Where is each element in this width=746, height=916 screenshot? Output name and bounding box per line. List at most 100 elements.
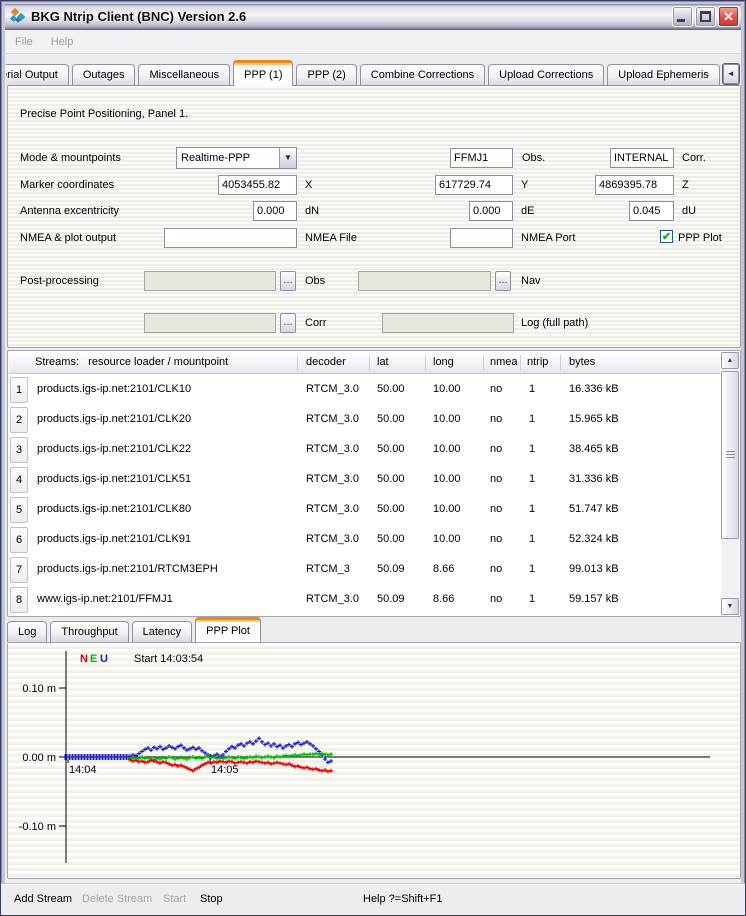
post-obs-browse-button[interactable]: ... [280, 271, 296, 291]
cell-lat: 50.00 [377, 533, 405, 545]
tab-erial-output[interactable]: erial Output [6, 64, 69, 86]
post-obs-input[interactable] [144, 271, 276, 291]
stream-row[interactable]: 2products.igs-ip.net:2101/CLK20RTCM_3.05… [9, 405, 720, 435]
row-number[interactable]: 6 [10, 527, 28, 553]
post-obs-label: Obs [305, 275, 325, 287]
row-number[interactable]: 1 [10, 377, 28, 403]
cell-mountpoint: www.igs-ip.net:2101/FFMJ1 [37, 593, 173, 605]
streams-header: Streams: resource loader / mountpoint de… [9, 352, 720, 374]
cell-lat: 50.09 [377, 593, 405, 605]
tab-scroll-left-icon[interactable]: ◄ [723, 64, 739, 84]
post-corr-browse-button[interactable]: ... [280, 313, 296, 333]
row-number[interactable]: 3 [10, 437, 28, 463]
cell-nmea: no [490, 593, 502, 605]
vertical-scrollbar[interactable]: ▲ ▼ [721, 352, 739, 615]
cell-long: 10.00 [433, 533, 461, 545]
post-corr-label: Corr [305, 317, 326, 329]
tab-ppp-1-[interactable]: PPP (1) [233, 60, 293, 86]
start-button[interactable]: Start [163, 893, 186, 905]
ppp-plot-panel: 0.10 m0.00 m-0.10 m14:0414:05NEUStart 14… [7, 642, 741, 879]
header-long: long [433, 356, 454, 368]
tab-ppp-2-[interactable]: PPP (2) [296, 64, 356, 86]
stream-row[interactable]: 3products.igs-ip.net:2101/CLK22RTCM_3.05… [9, 435, 720, 465]
nmea-file-input[interactable] [164, 228, 297, 248]
marker-y-input[interactable] [435, 175, 513, 195]
delete-stream-button[interactable]: Delete Stream [82, 893, 152, 905]
cell-ntrip: 1 [529, 383, 535, 395]
action-bar: Add Stream Delete Stream Start Stop Help… [1, 883, 745, 915]
row-number[interactable]: 5 [10, 497, 28, 523]
de-input[interactable] [469, 201, 513, 221]
cell-lat: 50.00 [377, 383, 405, 395]
minimize-button[interactable] [672, 6, 693, 27]
scrollbar-thumb[interactable] [721, 371, 739, 539]
tab-log[interactable]: Log [7, 621, 47, 642]
add-stream-button[interactable]: Add Stream [14, 893, 72, 905]
cell-lat: 50.00 [377, 503, 405, 515]
cell-lat: 50.00 [377, 473, 405, 485]
stream-row[interactable]: 8www.igs-ip.net:2101/FFMJ1RTCM_3.050.098… [9, 585, 720, 615]
menu-file[interactable]: File [6, 36, 42, 48]
mode-combobox[interactable]: Realtime-PPP ▼ [176, 147, 297, 169]
close-button[interactable]: ✕ [718, 6, 739, 27]
chevron-down-icon: ▼ [279, 148, 296, 168]
row-number[interactable]: 8 [10, 587, 28, 613]
x-label: X [305, 179, 312, 191]
row-number[interactable]: 4 [10, 467, 28, 493]
svg-text:N: N [80, 653, 88, 665]
ppp-plot-label: PPP Plot [678, 232, 722, 244]
svg-text:U: U [100, 653, 108, 665]
corr-mountpoint-input[interactable] [610, 148, 674, 168]
stream-row[interactable]: 1products.igs-ip.net:2101/CLK10RTCM_3.05… [9, 375, 720, 405]
de-label: dE [521, 205, 534, 217]
thumb-grip [726, 451, 735, 458]
cell-long: 10.00 [433, 413, 461, 425]
ppp-plot-checkbox[interactable]: ✔ [660, 230, 673, 243]
ppp-plot-chart: 0.10 m0.00 m-0.10 m14:0414:05NEUStart 14… [8, 643, 740, 878]
scroll-up-icon[interactable]: ▲ [721, 352, 739, 369]
stream-row[interactable]: 4products.igs-ip.net:2101/CLK51RTCM_3.05… [9, 465, 720, 495]
post-nav-browse-button[interactable]: ... [495, 271, 511, 291]
post-log-input[interactable] [382, 313, 514, 333]
tab-upload-corrections[interactable]: Upload Corrections [488, 64, 604, 86]
tab-upload-ephemeris[interactable]: Upload Ephemeris [607, 64, 720, 86]
mode-label: Mode & mountpoints [20, 152, 121, 164]
cell-mountpoint: products.igs-ip.net:2101/CLK10 [37, 383, 191, 395]
header-decoder: decoder [306, 356, 346, 368]
marker-z-input[interactable] [595, 175, 674, 195]
title-bar[interactable]: BKG Ntrip Client (BNC) Version 2.6 ✕ [5, 4, 741, 30]
obs-mountpoint-input[interactable] [450, 148, 513, 168]
row-number[interactable]: 2 [10, 407, 28, 433]
cell-long: 10.00 [433, 443, 461, 455]
stream-row[interactable]: 5products.igs-ip.net:2101/CLK80RTCM_3.05… [9, 495, 720, 525]
post-nav-label: Nav [521, 275, 541, 287]
divider [483, 355, 484, 371]
cell-decoder: RTCM_3.0 [306, 473, 359, 485]
stream-row[interactable]: 6products.igs-ip.net:2101/CLK91RTCM_3.05… [9, 525, 720, 555]
row-number[interactable]: 7 [10, 557, 28, 583]
stream-row[interactable]: 7products.igs-ip.net:2101/RTCM3EPHRTCM_3… [9, 555, 720, 585]
maximize-icon [700, 11, 711, 22]
cell-decoder: RTCM_3.0 [306, 593, 359, 605]
maximize-button[interactable] [695, 6, 716, 27]
nmea-port-input[interactable] [450, 228, 513, 248]
dn-input[interactable] [253, 201, 297, 221]
marker-x-input[interactable] [218, 175, 297, 195]
header-bytes: bytes [569, 356, 595, 368]
svg-text:0.00 m: 0.00 m [22, 752, 56, 764]
cell-bytes: 38.465 kB [569, 443, 619, 455]
post-corr-input[interactable] [144, 313, 276, 333]
scroll-down-icon[interactable]: ▼ [721, 598, 739, 615]
tab-ppp-plot[interactable]: PPP Plot [195, 617, 261, 642]
y-label: Y [521, 179, 528, 191]
stop-button[interactable]: Stop [200, 893, 223, 905]
tab-miscellaneous[interactable]: Miscellaneous [138, 64, 230, 86]
du-input[interactable] [629, 201, 674, 221]
post-nav-input[interactable] [358, 271, 491, 291]
menu-help[interactable]: Help [42, 36, 83, 48]
tab-throughput[interactable]: Throughput [50, 621, 128, 642]
tab-outages[interactable]: Outages [72, 64, 136, 86]
main-tab-strip: erial OutputOutagesMiscellaneousPPP (1)P… [6, 59, 740, 86]
tab-latency[interactable]: Latency [132, 621, 193, 642]
tab-combine-corrections[interactable]: Combine Corrections [360, 64, 485, 86]
